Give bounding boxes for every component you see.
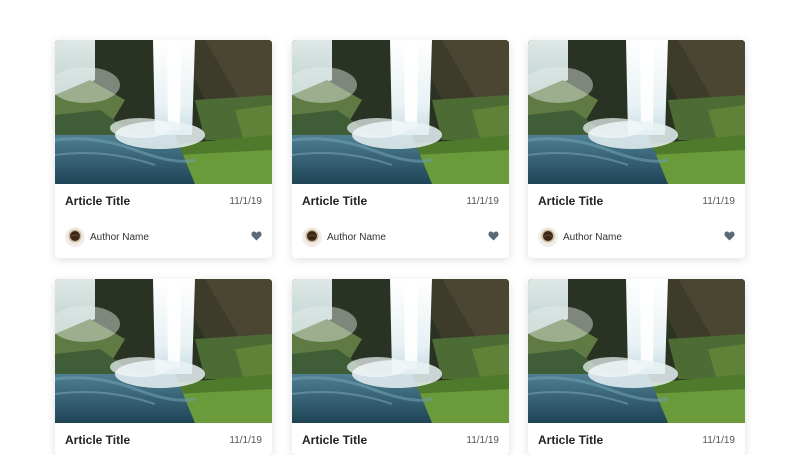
article-date: 11/1/19	[229, 435, 262, 446]
card-footer: Author Name	[292, 216, 509, 258]
article-title[interactable]: Article Title	[538, 433, 603, 447]
article-title[interactable]: Article Title	[302, 194, 367, 208]
article-card[interactable]: Article Title 11/1/19	[55, 279, 272, 455]
article-date: 11/1/19	[466, 196, 499, 207]
card-footer: Author Name	[528, 216, 745, 258]
article-image[interactable]	[528, 40, 745, 184]
heart-icon[interactable]	[488, 231, 499, 241]
article-card[interactable]: Article Title 11/1/19 Author Name	[292, 40, 509, 258]
heart-icon[interactable]	[724, 231, 735, 241]
article-title[interactable]: Article Title	[65, 433, 130, 447]
author-name[interactable]: Author Name	[327, 232, 386, 243]
article-card[interactable]: Article Title 11/1/19 Author Name	[528, 40, 745, 258]
article-date: 11/1/19	[702, 435, 735, 446]
card-header: Article Title 11/1/19	[55, 184, 272, 216]
article-title[interactable]: Article Title	[302, 433, 367, 447]
card-header: Article Title 11/1/19	[292, 184, 509, 216]
card-header: Article Title 11/1/19	[528, 423, 745, 455]
article-card[interactable]: Article Title 11/1/19 Author Name	[55, 40, 272, 258]
article-date: 11/1/19	[702, 196, 735, 207]
avatar[interactable]	[538, 227, 558, 247]
heart-icon[interactable]	[251, 231, 262, 241]
article-title[interactable]: Article Title	[538, 194, 603, 208]
article-image[interactable]	[292, 40, 509, 184]
article-date: 11/1/19	[466, 435, 499, 446]
article-card[interactable]: Article Title 11/1/19	[528, 279, 745, 455]
article-image[interactable]	[55, 279, 272, 423]
avatar[interactable]	[302, 227, 322, 247]
card-header: Article Title 11/1/19	[292, 423, 509, 455]
article-image[interactable]	[292, 279, 509, 423]
article-image[interactable]	[528, 279, 745, 423]
author-name[interactable]: Author Name	[90, 232, 149, 243]
article-card-grid: Article Title 11/1/19 Author Name Articl…	[0, 0, 800, 455]
card-header: Article Title 11/1/19	[55, 423, 272, 455]
author-name[interactable]: Author Name	[563, 232, 622, 243]
article-card[interactable]: Article Title 11/1/19	[292, 279, 509, 455]
article-image[interactable]	[55, 40, 272, 184]
avatar[interactable]	[65, 227, 85, 247]
card-header: Article Title 11/1/19	[528, 184, 745, 216]
article-date: 11/1/19	[229, 196, 262, 207]
card-footer: Author Name	[55, 216, 272, 258]
article-title[interactable]: Article Title	[65, 194, 130, 208]
